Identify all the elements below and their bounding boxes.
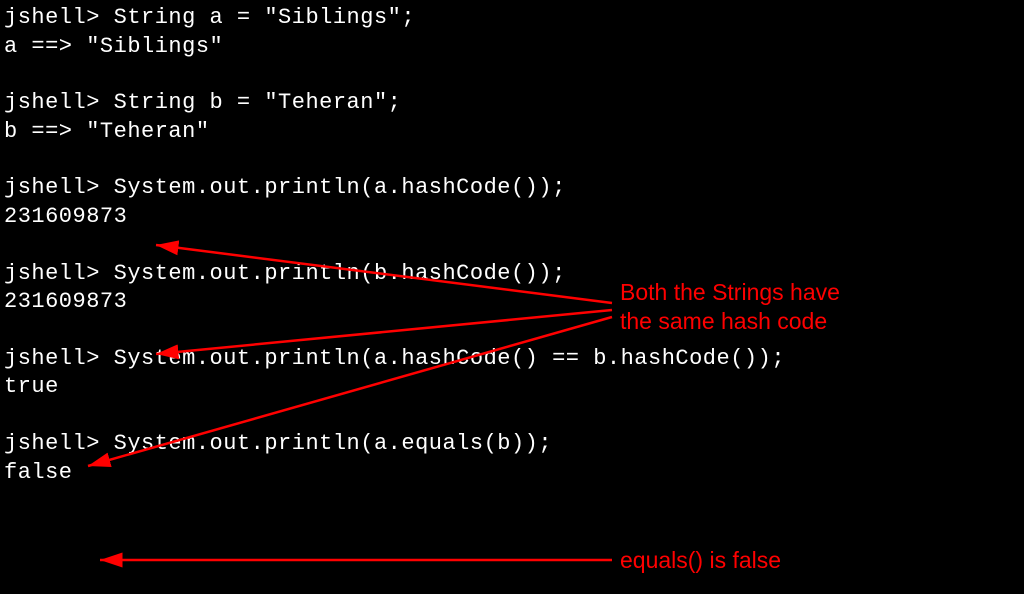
blank-line: [4, 317, 1024, 345]
jshell-line: jshell> System.out.println(a.hashCode())…: [4, 174, 1024, 203]
blank-line: [4, 232, 1024, 260]
annotation-text-line1: Both the Strings have: [620, 278, 840, 307]
jshell-line: jshell> System.out.println(a.equals(b));: [4, 430, 1024, 459]
jshell-output: 231609873: [4, 288, 1024, 317]
jshell-line: jshell> String a = "Siblings";: [4, 4, 1024, 33]
jshell-output: true: [4, 373, 1024, 402]
terminal-output: jshell> String a = "Siblings"; a ==> "Si…: [0, 0, 1024, 487]
annotation-equals-note: equals() is false: [620, 546, 781, 575]
jshell-line: jshell> String b = "Teheran";: [4, 89, 1024, 118]
annotation-text: equals() is false: [620, 547, 781, 573]
jshell-output: false: [4, 459, 1024, 488]
jshell-line: jshell> System.out.println(b.hashCode())…: [4, 260, 1024, 289]
jshell-line: jshell> System.out.println(a.hashCode() …: [4, 345, 1024, 374]
jshell-output: a ==> "Siblings": [4, 33, 1024, 62]
jshell-output: 231609873: [4, 203, 1024, 232]
blank-line: [4, 402, 1024, 430]
annotation-text-line2: the same hash code: [620, 307, 840, 336]
blank-line: [4, 61, 1024, 89]
annotation-hashcode-note: Both the Strings have the same hash code: [620, 278, 840, 336]
blank-line: [4, 146, 1024, 174]
jshell-output: b ==> "Teheran": [4, 118, 1024, 147]
